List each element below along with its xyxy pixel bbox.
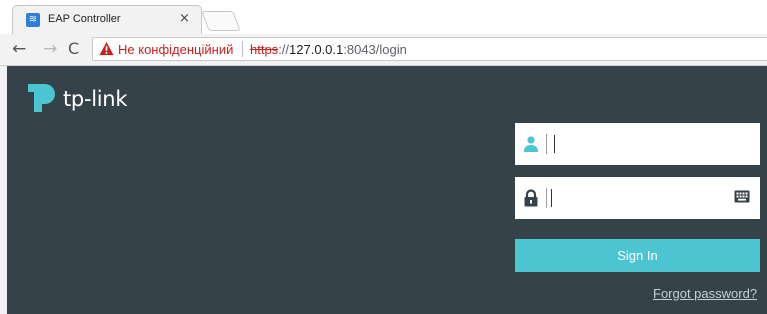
field-divider	[546, 188, 547, 208]
password-field[interactable]	[515, 177, 760, 219]
password-input[interactable]	[551, 177, 741, 217]
wifi-icon: ≋	[26, 13, 40, 27]
divider	[242, 41, 243, 57]
url-text[interactable]: https://127.0.0.1:8043/login	[250, 42, 407, 57]
url-path: :8043/login	[343, 42, 407, 57]
navigation-bar: ← → C Не конфіденційний https://127.0.0.…	[0, 34, 767, 66]
login-page: tp-link Sign In Forgot password?	[7, 66, 767, 314]
reload-icon[interactable]: C	[68, 39, 79, 59]
arrow-left-icon[interactable]: ←	[12, 39, 26, 59]
brand-name: tp-link	[63, 87, 128, 111]
warning-triangle-icon[interactable]	[99, 41, 114, 56]
tp-link-logo-icon	[28, 84, 55, 112]
address-bar[interactable]: Не конфіденційний https://127.0.0.1:8043…	[92, 37, 767, 61]
security-status[interactable]: Не конфіденційний	[118, 42, 233, 57]
text-cursor	[551, 189, 552, 207]
browser-tab[interactable]: ≋ EAP Controller ×	[12, 5, 202, 34]
text-cursor	[554, 135, 555, 153]
url-scheme: https	[250, 42, 279, 57]
url-host: 127.0.0.1	[289, 42, 344, 57]
user-icon	[524, 136, 538, 152]
tab-title: EAP Controller	[48, 13, 121, 25]
username-input[interactable]	[551, 123, 741, 163]
arrow-right-icon[interactable]: →	[43, 39, 57, 59]
close-icon[interactable]: ×	[179, 11, 190, 26]
new-tab-button[interactable]	[201, 11, 241, 31]
keyboard-icon[interactable]	[734, 190, 750, 203]
field-divider	[546, 134, 547, 154]
username-field[interactable]	[515, 123, 760, 165]
forgot-password-link[interactable]: Forgot password?	[653, 286, 757, 301]
sign-in-button[interactable]: Sign In	[515, 239, 760, 272]
tab-strip: ≋ EAP Controller ×	[0, 0, 767, 34]
lock-icon	[524, 189, 538, 207]
